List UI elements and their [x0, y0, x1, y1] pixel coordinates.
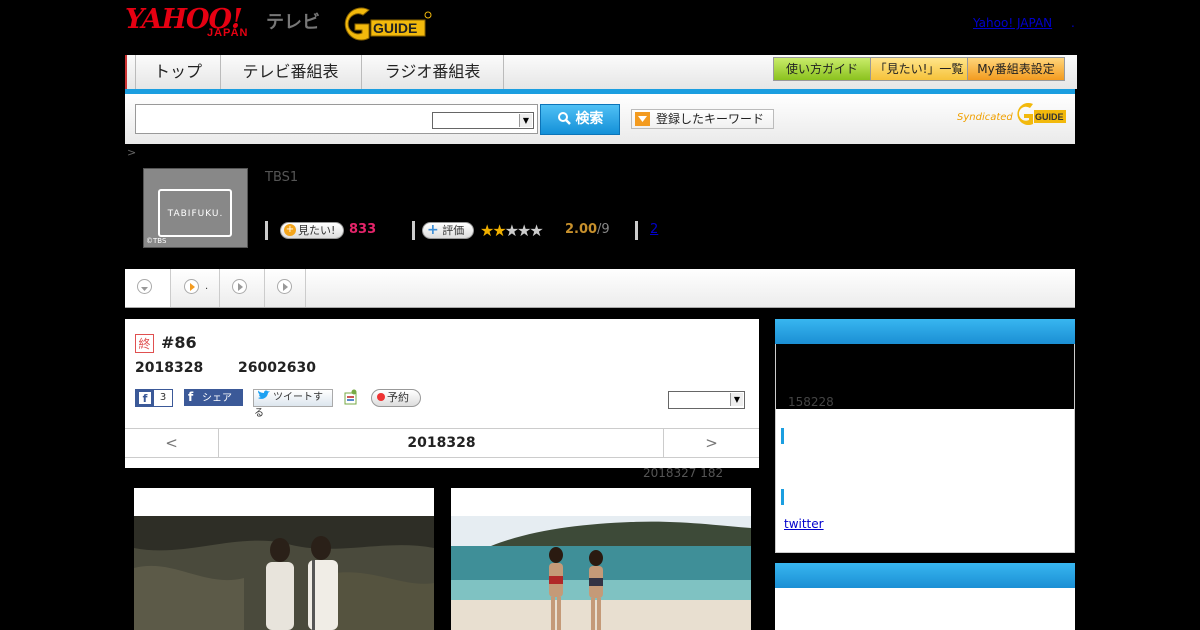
rating-value: 2.00 — [565, 222, 598, 237]
divider — [265, 221, 268, 240]
header-link-separator: . — [1071, 16, 1075, 30]
want-button-label: 見たい! — [298, 224, 336, 237]
yahoo-japan-link[interactable]: Yahoo! JAPAN — [973, 16, 1052, 30]
episode-date: 2018328 — [135, 360, 204, 376]
tab-top[interactable]: トップ — [135, 55, 221, 89]
tv-service-label[interactable]: テレビ — [266, 8, 320, 34]
my-listings-settings-button[interactable]: My番組表設定 — [967, 57, 1065, 81]
episode-note: 2018327 182 — [643, 466, 724, 480]
reserve-label: 予約 — [387, 391, 409, 404]
facebook-share-button[interactable]: f シェア — [184, 389, 243, 406]
usage-guide-button[interactable]: 使い方ガイド — [773, 57, 871, 81]
sidebar-panel — [775, 409, 1075, 553]
gguide-syndicated-logo: GUIDE — [1017, 103, 1066, 125]
review-count-link[interactable]: 2 — [650, 222, 658, 237]
next-date-button[interactable]: > — [663, 428, 759, 458]
previous-date-button[interactable]: < — [125, 428, 219, 458]
sidebar-header — [775, 319, 1075, 344]
search-category-select[interactable]: ▼ — [432, 112, 534, 129]
facebook-icon: f — [188, 390, 194, 404]
record-icon — [377, 393, 385, 401]
want-list-button[interactable]: 「見たい!」一覧 — [870, 57, 968, 81]
thumbnail-title: TABIFUKU. — [167, 209, 224, 219]
star-filled-icon: ★ — [480, 221, 494, 240]
syndicated-label: Syndicated — [957, 112, 1013, 123]
star-empty-icon: ★ — [529, 221, 543, 240]
bookmark-icon[interactable] — [344, 389, 358, 405]
want-button[interactable]: + 見たい! — [280, 222, 344, 239]
tab-radio-listings[interactable]: ラジオ番組表 — [362, 55, 504, 89]
svg-text:GUIDE: GUIDE — [1035, 112, 1064, 122]
rate-button[interactable]: + 評価 — [422, 222, 474, 239]
sub-tab-label: . — [205, 281, 209, 292]
tab-tv-listings[interactable]: テレビ番組表 — [220, 55, 362, 89]
rating-stars: ★★★★★ — [480, 221, 544, 240]
thumbnail-copyright: ©TBS — [146, 237, 167, 245]
chevron-down-icon: ▼ — [730, 393, 743, 406]
sub-tab-play-3[interactable] — [265, 269, 306, 307]
section-marker — [781, 489, 784, 505]
twitter-bird-icon — [258, 390, 270, 399]
sidebar-panel-2 — [775, 588, 1075, 630]
breadcrumb: > — [127, 146, 137, 159]
divider — [635, 221, 638, 240]
want-count: 833 — [349, 222, 377, 237]
chevron-down-icon: ▼ — [519, 114, 532, 127]
registered-keyword-label: 登録したキーワード — [656, 112, 765, 126]
facebook-icon: f — [139, 392, 151, 405]
star-empty-icon: ★ — [517, 221, 531, 240]
star-filled-icon: ★ — [492, 221, 506, 240]
facebook-share-label: シェア — [202, 393, 232, 404]
sub-tab-episodes[interactable] — [125, 269, 171, 307]
photo-cave-image — [134, 516, 434, 630]
pager-current-date: 2018328 — [407, 435, 476, 451]
sidebar-header-2 — [775, 563, 1075, 588]
episode-title: #86 — [161, 333, 197, 352]
star-empty-icon: ★ — [504, 221, 519, 240]
episode-action-select[interactable]: ▼ — [668, 391, 745, 409]
registered-keyword-button[interactable]: 登録したキーワード — [631, 109, 774, 129]
yahoo-japan-sublogo: JAPAN — [207, 27, 249, 39]
search-button-label: 検索 — [575, 111, 604, 127]
sidebar-info-text: 158228 — [788, 395, 834, 409]
rating-count: /9 — [597, 222, 610, 237]
search-button[interactable]: 検索 — [540, 104, 620, 135]
chevron-down-icon — [137, 279, 152, 294]
final-episode-badge: 終 — [135, 334, 154, 353]
episode-photo-2[interactable] — [451, 488, 751, 630]
episode-photo-1[interactable] — [134, 488, 434, 630]
rate-button-label: 評価 — [442, 224, 465, 237]
facebook-like-button[interactable]: f 3 — [135, 389, 173, 407]
reserve-button[interactable]: 予約 — [371, 389, 421, 407]
sub-tab-play-1[interactable]: . — [170, 269, 220, 307]
play-icon — [232, 279, 247, 294]
section-marker — [781, 428, 784, 444]
play-icon — [184, 279, 199, 294]
gguide-logo[interactable]: GUIDE — [335, 6, 433, 42]
program-thumbnail: TABIFUKU. ©TBS — [143, 168, 248, 248]
twitter-link[interactable]: twitter — [784, 517, 824, 531]
play-icon — [277, 279, 292, 294]
tweet-button[interactable]: ツイートする — [253, 389, 333, 419]
plus-icon: + — [427, 222, 439, 238]
photo-beach-image — [451, 516, 751, 630]
episode-time: 26002630 — [238, 360, 316, 376]
dropdown-triangle-icon — [635, 112, 650, 126]
channel-name: TBS1 — [265, 170, 299, 185]
plus-icon: + — [284, 224, 296, 236]
svg-text:GUIDE: GUIDE — [373, 20, 417, 36]
facebook-like-count: 3 — [154, 390, 172, 406]
search-icon — [557, 112, 571, 125]
divider — [412, 221, 415, 240]
sub-tab-play-2[interactable] — [220, 269, 265, 307]
